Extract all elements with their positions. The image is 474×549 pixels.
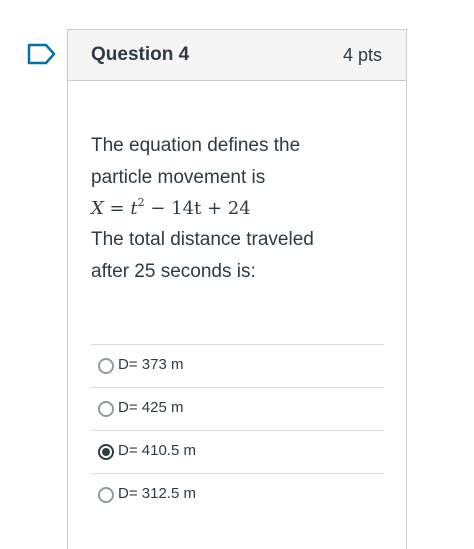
question-points: 4 pts <box>342 45 382 65</box>
radio-button[interactable] <box>98 401 114 417</box>
answer-option[interactable]: D= 425 m <box>91 387 384 430</box>
question-text-line: The total distance traveled <box>91 229 314 250</box>
answer-option[interactable]: D= 410.5 m <box>91 430 384 473</box>
question-title: Question 4 <box>91 44 190 65</box>
question-text-line: The equation defines the <box>91 135 301 156</box>
answer-label[interactable]: D= 312.5 m <box>118 485 196 502</box>
radio-button[interactable] <box>98 358 114 374</box>
answer-label[interactable]: D= 373 m <box>118 356 183 373</box>
radio-button-selected[interactable] <box>98 444 114 460</box>
question-text-line: particle movement is <box>91 167 266 188</box>
answer-option[interactable]: D= 373 m <box>91 344 384 387</box>
question-equation: X = t2 − 14t + 24 <box>91 196 251 219</box>
answer-label[interactable]: D= 410.5 m <box>118 442 196 459</box>
question-header: Question 4 4 pts <box>68 30 406 81</box>
answer-label[interactable]: D= 425 m <box>118 399 183 416</box>
question-text-line: after 25 seconds is: <box>91 261 256 282</box>
radio-button[interactable] <box>98 487 114 503</box>
question-card: Question 4 4 pts The equation defines th… <box>67 29 407 549</box>
answer-option[interactable]: D= 312.5 m <box>91 473 384 516</box>
question-text: The equation defines the particle moveme… <box>91 130 391 288</box>
answer-list: D= 373 m D= 425 m D= 410.5 m D= 312.5 m <box>91 344 384 516</box>
flag-question-icon[interactable] <box>27 43 57 65</box>
